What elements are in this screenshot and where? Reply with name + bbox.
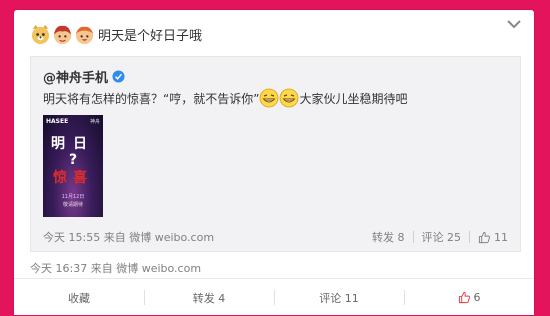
divider <box>469 231 470 243</box>
poster-question-mark: ? <box>68 152 78 168</box>
thumbs-up-icon <box>458 291 470 304</box>
boy-emoji-icon <box>75 26 94 44</box>
repost-text-part1: 明天将有怎样的惊喜？“哼，就不告诉你” <box>43 91 260 106</box>
comment-button[interactable]: 评论 11 <box>274 279 404 316</box>
laugh-emoji-icon <box>260 88 279 108</box>
poster-line1: 明日 <box>51 136 95 152</box>
comment-label: 评论 11 <box>319 291 359 305</box>
divider <box>412 231 414 243</box>
repost-label: 转发 4 <box>192 291 226 305</box>
girl-emoji-icon <box>53 25 72 44</box>
repost-text-part2: 大家伙儿坐稳期待吧 <box>299 91 408 106</box>
like-count: 6 <box>473 291 481 304</box>
post-text: 明天是个好日子哦 <box>98 28 203 44</box>
repost-from-label: 来自 <box>103 231 126 244</box>
poster-brand: 神舟 <box>89 119 100 125</box>
repost-button[interactable]: 转发 4 <box>144 279 274 316</box>
feed-card: 明天是个好日子哦 @神舟手机 明天将有怎样的惊喜？“哼，就不告诉你” 大家伙儿坐… <box>14 10 534 315</box>
repost-source[interactable]: 微博 weibo.com <box>129 231 214 244</box>
post-meta: 今天 16:37 来自 微博 weibo.com <box>30 260 201 276</box>
repost-meta: 今天 15:55 来自 微博 weibo.com <box>43 229 214 245</box>
post-source[interactable]: 微博 weibo.com <box>116 262 201 275</box>
poster-line2: 惊喜 <box>53 170 93 186</box>
repost-like-count: 11 <box>494 230 508 244</box>
repost-author-link[interactable]: @神舟手机 <box>43 67 125 86</box>
repost-timestamp[interactable]: 今天 15:55 <box>43 231 100 244</box>
poster-date: 11月12日 <box>61 194 85 200</box>
favorite-label: 收藏 <box>68 291 90 305</box>
chevron-down-icon[interactable] <box>506 18 522 30</box>
thumbs-up-icon <box>478 231 491 243</box>
post-timestamp[interactable]: 今天 16:37 <box>30 262 87 275</box>
favorite-button[interactable]: 收藏 <box>14 279 144 316</box>
like-button[interactable]: 6 <box>404 279 534 316</box>
action-bar: 收藏 转发 4 评论 11 6 <box>14 278 534 316</box>
laugh-emoji-icon <box>280 88 299 108</box>
poster-logo: HASEE <box>46 118 69 125</box>
repost-author[interactable]: @神舟手机 <box>43 67 108 86</box>
doge-emoji-icon <box>31 24 50 44</box>
post-from-label: 来自 <box>90 262 113 275</box>
repost-image[interactable]: HASEE 神舟 明日 ? 惊喜 11月12日 敬请期待 <box>43 115 103 217</box>
verified-badge-icon <box>112 70 125 83</box>
reposted-weibo: @神舟手机 明天将有怎样的惊喜？“哼，就不告诉你” 大家伙儿坐稳期待吧 HASE… <box>30 56 521 252</box>
post-content: 明天是个好日子哦 <box>30 23 202 45</box>
repost-actions: 转发 8 评论 25 11 <box>372 229 508 245</box>
poster-caption: 敬请期待 <box>62 202 83 208</box>
repost-like-button[interactable]: 11 <box>478 231 508 244</box>
repost-repost-button[interactable]: 转发 8 <box>372 229 405 245</box>
repost-text: 明天将有怎样的惊喜？“哼，就不告诉你” 大家伙儿坐稳期待吧 <box>43 88 407 108</box>
repost-comment-button[interactable]: 评论 25 <box>422 229 462 245</box>
